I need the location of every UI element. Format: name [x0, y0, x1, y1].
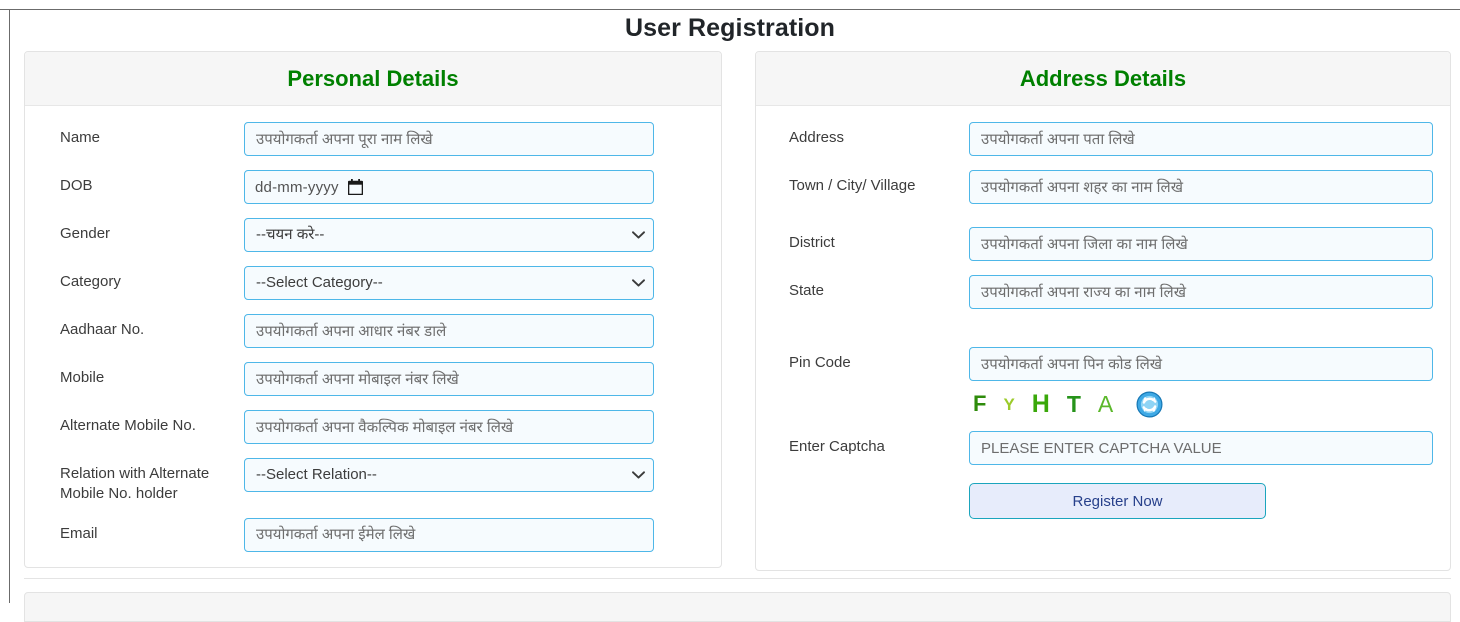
form-row-dob: DOB dd-mm-yyyy: [25, 170, 721, 204]
top-divider: [0, 9, 1460, 10]
email-label: Email: [60, 524, 98, 542]
gender-select-wrapper: --चयन करे--: [244, 218, 654, 252]
gender-control: --चयन करे--: [244, 218, 654, 252]
dob-date-wrapper: dd-mm-yyyy: [244, 170, 654, 204]
district-label: District: [789, 234, 835, 251]
mobile-control: [244, 362, 654, 396]
captcha-char-5: A: [1097, 390, 1114, 417]
relation-control: --Select Relation--: [244, 458, 654, 492]
address-details-card: Address Details Address Town / City/ Vil…: [755, 51, 1451, 571]
town-control: [969, 170, 1433, 204]
district-control: [969, 227, 1433, 261]
state-input[interactable]: [969, 275, 1433, 309]
category-select[interactable]: --Select Category--: [244, 266, 654, 300]
captcha-image-row: F Y H T A: [756, 387, 1450, 421]
form-row-town: Town / City/ Village: [756, 170, 1450, 204]
page-title: User Registration: [624, 14, 836, 42]
mobile-label: Mobile: [60, 369, 105, 386]
captcha-char-2: Y: [1003, 394, 1015, 414]
captcha-image: F Y H T A: [969, 387, 1163, 421]
register-now-button[interactable]: Register Now: [969, 483, 1266, 519]
address-details-body: Address Town / City/ Village District St…: [756, 106, 1450, 519]
form-row-relation: Relation with Alternate Mobile No. holde…: [25, 458, 721, 504]
address-label: Address: [789, 129, 845, 146]
address-details-heading: Address Details: [1019, 65, 1187, 91]
relation-select-wrapper: --Select Relation--: [244, 458, 654, 492]
left-divider: [9, 10, 10, 603]
alternate-mobile-control: [244, 410, 654, 444]
form-row-district: District: [756, 227, 1450, 261]
bottom-divider: [24, 578, 1451, 579]
next-section-card: [24, 592, 1451, 622]
captcha-char-3: H: [1031, 389, 1050, 418]
form-row-mobile: Mobile: [25, 362, 721, 396]
personal-details-header: Personal Details: [25, 52, 721, 106]
captcha-char-4: T: [1066, 390, 1081, 417]
alternate-mobile-input[interactable]: [244, 410, 654, 444]
personal-details-body: Name DOB dd-mm-yyyy: [25, 106, 721, 552]
state-label: State: [789, 282, 825, 299]
aadhaar-control: [244, 314, 654, 348]
form-row-email: Email: [25, 517, 721, 552]
captcha-control: [969, 431, 1433, 465]
refresh-icon[interactable]: [1136, 391, 1163, 418]
email-control: [244, 517, 654, 552]
aadhaar-input[interactable]: [244, 314, 654, 348]
captcha-label: Enter Captcha: [789, 438, 885, 455]
form-row-captcha: Enter Captcha: [756, 431, 1450, 465]
email-input[interactable]: [244, 517, 654, 552]
address-details-header: Address Details: [756, 52, 1450, 106]
form-row-alternate-mobile: Alternate Mobile No.: [25, 410, 721, 444]
category-control: --Select Category--: [244, 266, 654, 300]
gender-select[interactable]: --चयन करे--: [244, 218, 654, 252]
town-label: Town / City/ Village: [789, 177, 916, 194]
name-label: Name: [60, 129, 101, 146]
register-button-row: Register Now: [756, 483, 1450, 519]
category-select-wrapper: --Select Category--: [244, 266, 654, 300]
name-control: [244, 122, 654, 156]
form-row-name: Name: [25, 122, 721, 156]
relation-select[interactable]: --Select Relation--: [244, 458, 654, 492]
captcha-input[interactable]: [969, 431, 1433, 465]
town-input[interactable]: [969, 170, 1433, 204]
alternate-mobile-label: Alternate Mobile No.: [60, 417, 196, 434]
pincode-input[interactable]: [969, 347, 1433, 381]
aadhaar-label: Aadhaar No.: [60, 321, 145, 338]
name-input[interactable]: [244, 122, 654, 156]
form-row-gender: Gender --चयन करे--: [25, 218, 721, 252]
form-row-aadhaar: Aadhaar No.: [25, 314, 721, 348]
gender-label: Gender: [60, 225, 111, 242]
register-row-spacer: [756, 483, 969, 519]
pincode-label: Pin Code: [789, 354, 851, 371]
address-input[interactable]: [969, 122, 1433, 156]
dob-control: dd-mm-yyyy: [244, 170, 654, 204]
district-input[interactable]: [969, 227, 1433, 261]
pincode-control: [969, 347, 1433, 381]
page-frame: User Registration Personal Details Name …: [0, 0, 1460, 622]
address-control: [969, 122, 1433, 156]
form-row-category: Category --Select Category--: [25, 266, 721, 300]
form-row-address: Address: [756, 122, 1450, 156]
dob-input[interactable]: [244, 170, 654, 204]
dob-label: DOB: [60, 177, 93, 194]
category-label: Category: [60, 273, 121, 290]
relation-label: Relation with Alternate Mobile No. holde…: [60, 465, 210, 502]
state-control: [969, 275, 1433, 309]
form-row-state: State: [756, 275, 1450, 309]
mobile-input[interactable]: [244, 362, 654, 396]
captcha-char-1: F: [973, 391, 987, 416]
personal-details-card: Personal Details Name DOB dd-mm-yyyy: [24, 51, 722, 568]
personal-details-heading: Personal Details: [287, 65, 459, 91]
form-row-pincode: Pin Code: [756, 347, 1450, 381]
